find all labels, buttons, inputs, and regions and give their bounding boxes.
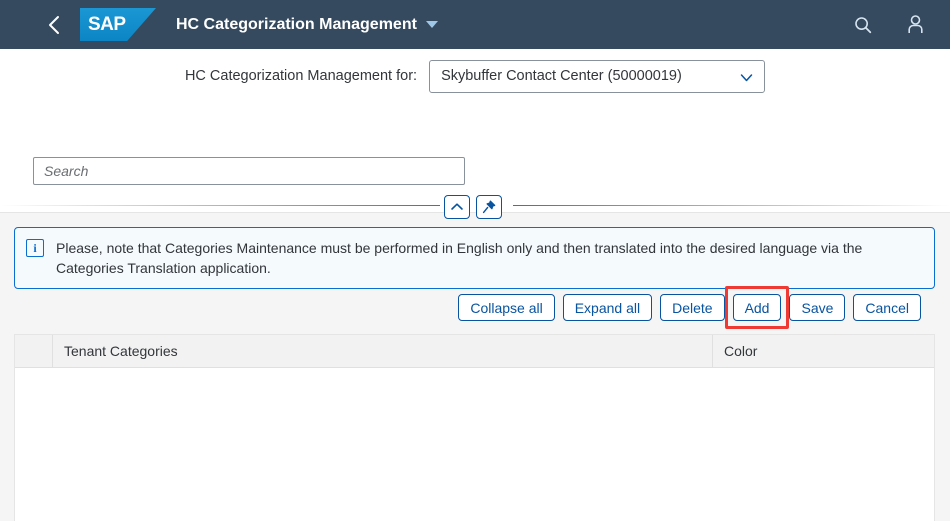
expand-all-button[interactable]: Expand all: [562, 294, 653, 321]
sap-logo-text: SAP: [88, 13, 126, 35]
header-collapse-controls: [444, 195, 502, 219]
delete-button[interactable]: Delete: [660, 294, 725, 321]
tenant-selector-row: HC Categorization Management for: Skybuf…: [0, 59, 950, 94]
categories-table: Tenant Categories Color: [14, 334, 935, 521]
header-divider-left: [0, 205, 440, 206]
cancel-button[interactable]: Cancel: [853, 294, 921, 321]
tenant-selector-label: HC Categorization Management for:: [184, 68, 418, 84]
page-content: i Please, note that Categories Maintenan…: [0, 212, 950, 521]
save-button[interactable]: Save: [789, 294, 846, 321]
tenant-selector-dropdown[interactable]: Skybuffer Contact Center (50000019): [429, 59, 766, 94]
table-column-select: [15, 335, 53, 367]
table-body-empty: [15, 368, 934, 521]
user-avatar-icon[interactable]: [898, 8, 932, 42]
chevron-down-icon: [739, 61, 754, 94]
header-divider-right: [513, 205, 950, 206]
back-chevron-icon[interactable]: [36, 7, 72, 43]
search-field-wrapper: [33, 157, 465, 185]
info-message-text: Please, note that Categories Maintenance…: [56, 240, 863, 276]
info-message-strip: i Please, note that Categories Maintenan…: [14, 227, 935, 289]
tenant-selector-value: Skybuffer Contact Center (50000019): [441, 68, 682, 84]
table-column-tenant-categories[interactable]: Tenant Categories: [53, 335, 713, 367]
sap-logo[interactable]: SAP: [80, 8, 156, 41]
table-header-row: Tenant Categories Color: [15, 335, 934, 368]
add-button-highlight: Add: [724, 286, 790, 329]
shell-bar: SAP HC Categorization Management: [0, 0, 950, 49]
add-button[interactable]: Add: [732, 294, 782, 321]
app-root: SAP HC Categorization Management HC Cate…: [0, 0, 950, 521]
information-icon: i: [26, 239, 44, 257]
app-title-menu[interactable]: HC Categorization Management: [176, 16, 438, 34]
collapse-all-button[interactable]: Collapse all: [458, 294, 555, 321]
caret-down-icon: [425, 21, 438, 28]
shell-bar-actions: [846, 0, 932, 49]
table-column-color[interactable]: Color: [713, 335, 934, 367]
pushpin-icon[interactable]: [476, 195, 502, 219]
chevron-up-icon[interactable]: [444, 195, 470, 219]
table-toolbar: Collapse all Expand all Delete Add Save …: [0, 286, 935, 329]
page-title: HC Categorization Management: [176, 15, 417, 33]
search-icon[interactable]: [846, 8, 880, 42]
search-input[interactable]: [33, 157, 465, 185]
